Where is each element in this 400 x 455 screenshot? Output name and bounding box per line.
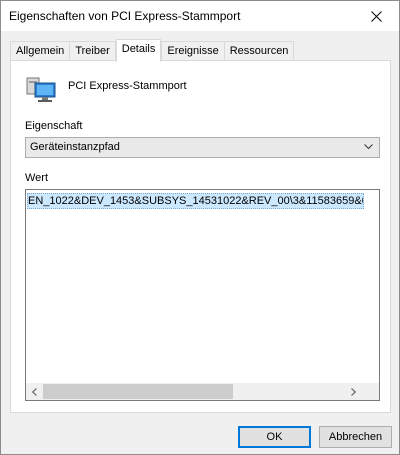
property-dropdown[interactable]: Geräteinstanzpfad — [25, 137, 380, 158]
close-button[interactable] — [353, 1, 399, 31]
horizontal-scrollbar[interactable] — [26, 383, 379, 400]
value-label: Wert — [25, 172, 49, 184]
scrollbar-corner — [362, 383, 379, 400]
chevron-left-icon — [32, 387, 37, 396]
tab-treiber[interactable]: Treiber — [69, 41, 116, 61]
close-icon — [370, 10, 382, 22]
network-computer-icon — [26, 77, 56, 102]
cancel-button[interactable]: Abbrechen — [319, 426, 392, 448]
property-selected-value: Geräteinstanzpfad — [30, 141, 120, 153]
value-list[interactable]: EN_1022&DEV_1453&SUBSYS_14531022&REV_00\… — [25, 189, 380, 401]
chevron-down-icon — [364, 144, 373, 150]
ok-button[interactable]: OK — [238, 426, 311, 448]
scroll-right-button[interactable] — [345, 383, 362, 400]
tab-strip: Allgemein Treiber Details Ereignisse Res… — [10, 39, 295, 62]
tab-details[interactable]: Details — [115, 39, 162, 62]
property-label: Eigenschaft — [25, 120, 83, 132]
scroll-left-button[interactable] — [26, 383, 43, 400]
scrollbar-thumb[interactable] — [43, 384, 233, 399]
list-item[interactable]: EN_1022&DEV_1453&SUBSYS_14531022&REV_00\… — [27, 193, 364, 209]
details-panel: PCI Express-Stammport Eigenschaft Geräte… — [10, 60, 391, 413]
title-bar: Eigenschaften von PCI Express-Stammport — [1, 1, 399, 31]
device-name: PCI Express-Stammport — [68, 80, 187, 92]
tab-allgemein[interactable]: Allgemein — [10, 41, 71, 61]
window-title: Eigenschaften von PCI Express-Stammport — [9, 9, 241, 23]
properties-dialog: Eigenschaften von PCI Express-Stammport … — [0, 0, 400, 455]
tab-ereignisse[interactable]: Ereignisse — [161, 41, 225, 61]
chevron-right-icon — [351, 387, 356, 396]
tab-ressourcen[interactable]: Ressourcen — [223, 41, 295, 61]
